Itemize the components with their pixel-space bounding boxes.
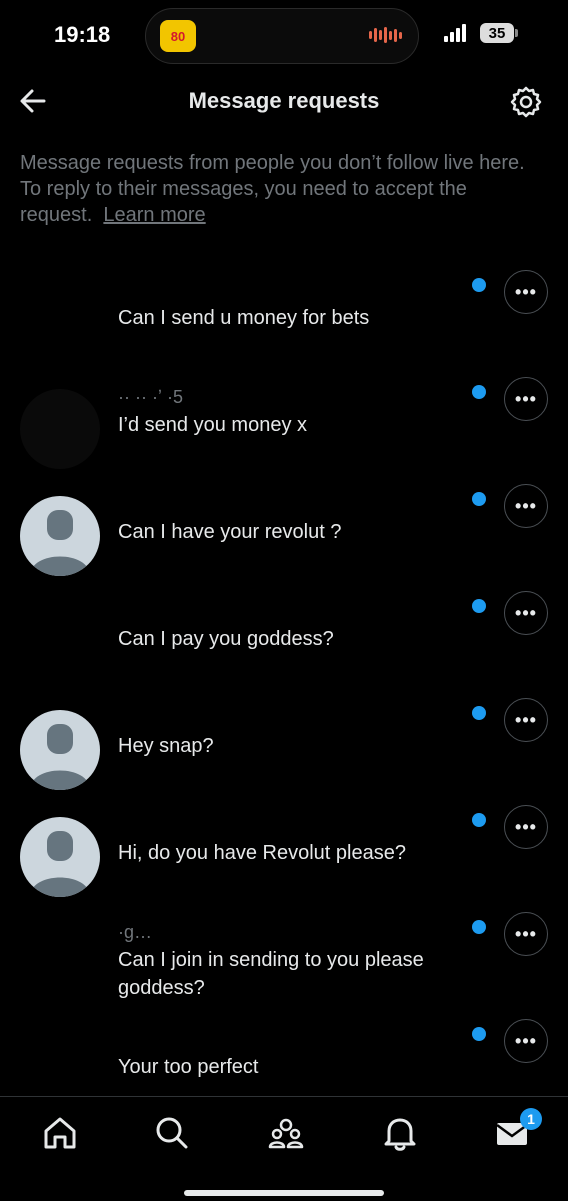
unread-indicator	[472, 492, 486, 506]
message-preview: Can I send u money for bets	[118, 307, 370, 329]
message-preview: Can I have your revolut ?	[118, 521, 342, 543]
more-options-button[interactable]: •••	[504, 591, 548, 635]
learn-more-link[interactable]: Learn more	[103, 204, 205, 226]
avatar[interactable]	[20, 389, 100, 469]
communities-icon	[268, 1118, 304, 1149]
more-options-button[interactable]: •••	[504, 484, 548, 528]
avatar[interactable]	[20, 282, 100, 362]
avatar[interactable]	[20, 496, 100, 576]
default-avatar-icon	[30, 831, 90, 897]
info-body: Message requests from people you don’t f…	[20, 152, 525, 226]
conversation-item[interactable]: Can I send u money for bets •••	[0, 270, 568, 389]
header: Message requests	[0, 70, 568, 134]
home-icon	[44, 1117, 76, 1149]
unread-indicator	[472, 1027, 486, 1041]
island-app-icon: 80	[160, 20, 196, 52]
status-time: 19:18	[54, 22, 111, 47]
message-preview: Hey snap?	[118, 735, 214, 757]
default-avatar-icon	[30, 510, 90, 576]
tab-notifications[interactable]	[380, 1113, 420, 1153]
conversation-item[interactable]: Can I have your revolut ? •••	[0, 484, 568, 603]
avatar[interactable]	[20, 924, 100, 1004]
unread-indicator	[472, 278, 486, 292]
settings-button[interactable]	[508, 84, 544, 120]
conversation-item[interactable]: Hi, do you have Revolut please? •••	[0, 805, 568, 924]
message-preview: Hi, do you have Revolut please?	[118, 842, 406, 864]
status-bar: 19:18 80 35	[0, 0, 568, 70]
message-preview: Your too perfect	[118, 1056, 259, 1078]
tab-search[interactable]	[152, 1113, 192, 1153]
conversation-item[interactable]: Can I pay you goddess? •••	[0, 591, 568, 710]
message-preview: Can I pay you goddess?	[118, 628, 334, 650]
unread-indicator	[472, 599, 486, 613]
gear-icon	[510, 86, 542, 118]
battery-tip	[515, 29, 518, 37]
sender-name: ·g…	[118, 922, 153, 942]
tab-communities[interactable]	[266, 1113, 306, 1153]
message-preview: I’d send you money x	[118, 414, 307, 436]
more-options-button[interactable]: •••	[504, 805, 548, 849]
more-options-button[interactable]: •••	[504, 377, 548, 421]
more-options-button[interactable]: •••	[504, 1019, 548, 1063]
unread-indicator	[472, 920, 486, 934]
info-text: Message requests from people you don’t f…	[20, 150, 550, 228]
more-options-button[interactable]: •••	[504, 912, 548, 956]
tab-bar	[0, 1096, 568, 1201]
avatar[interactable]	[20, 817, 100, 897]
tab-home[interactable]	[40, 1113, 80, 1153]
dynamic-island: 80	[145, 8, 419, 64]
more-options-button[interactable]: •••	[504, 270, 548, 314]
more-options-button[interactable]: •••	[504, 698, 548, 742]
conversation-item[interactable]: Hey snap? •••	[0, 698, 568, 817]
home-indicator	[184, 1190, 384, 1196]
bell-icon	[384, 1118, 416, 1151]
message-preview: Can I join in sending to you please godd…	[118, 949, 424, 999]
avatar[interactable]	[20, 603, 100, 683]
conversation-item[interactable]: ·g… Can I join in sending to you please g…	[0, 912, 568, 1031]
page-title: Message requests	[188, 88, 380, 113]
messages-badge: 1	[520, 1108, 542, 1130]
unread-indicator	[472, 706, 486, 720]
signal-icon	[444, 24, 466, 42]
conversation-item[interactable]: ·· ·· ·ʼ ·5 I’d send you money x •••	[0, 377, 568, 496]
unread-indicator	[472, 385, 486, 399]
avatar[interactable]	[20, 710, 100, 790]
search-icon	[156, 1117, 188, 1149]
default-avatar-icon	[30, 724, 90, 790]
battery-icon: 35	[480, 23, 514, 43]
unread-indicator	[472, 813, 486, 827]
audio-waveform-icon	[369, 27, 402, 43]
sender-name: ·· ·· ·ʼ ·5	[118, 387, 183, 407]
